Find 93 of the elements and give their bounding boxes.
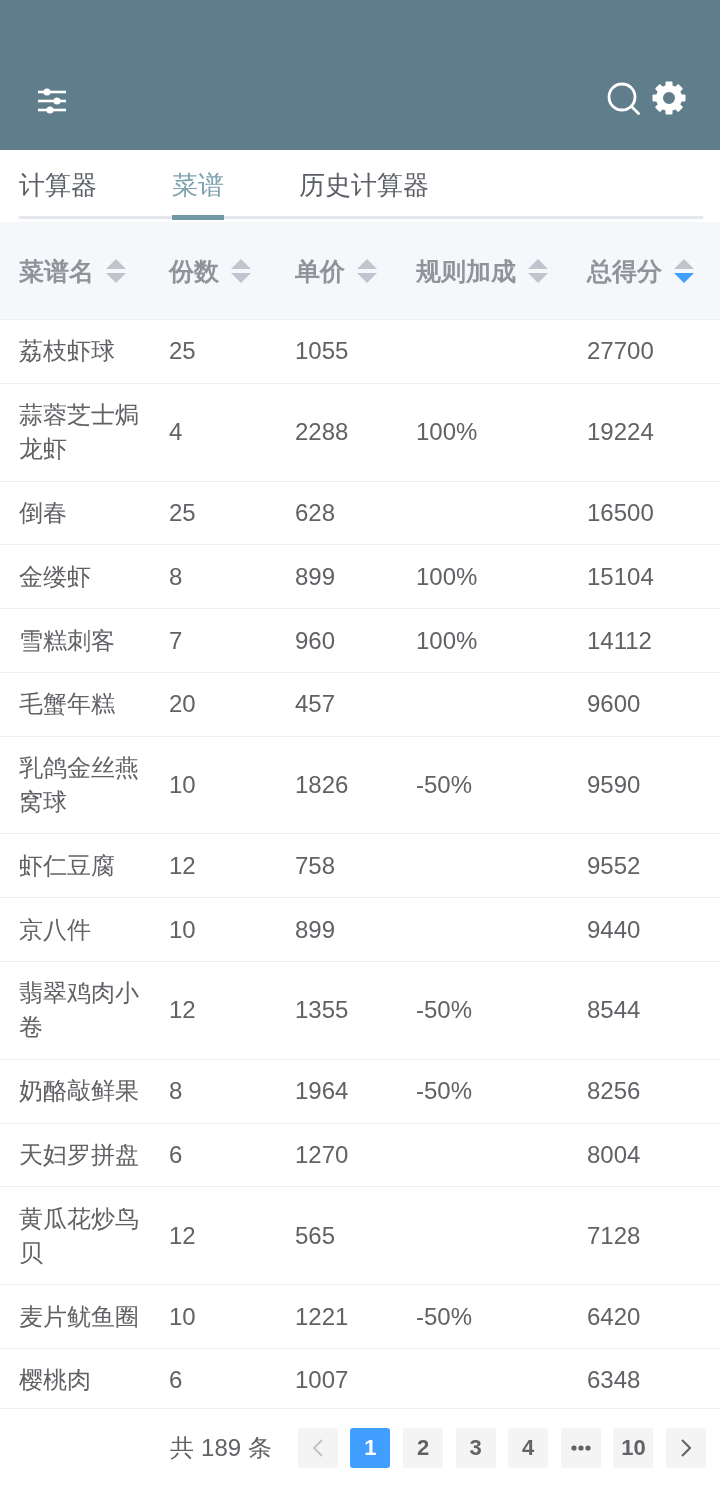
table-cell: 奶酪敲鲜果 [19, 1077, 139, 1105]
table-cell: 毛蟹年糕 [19, 690, 115, 718]
table-cell: 京八件 [19, 915, 91, 943]
table-cell: 20 [169, 690, 196, 718]
table-cell: 1221 [295, 1302, 349, 1330]
table-cell: 10 [169, 771, 196, 799]
table-cell: 金缕虾 [19, 562, 91, 590]
table-cell: 荔枝虾球 [19, 337, 115, 365]
table-cell: 8 [169, 1077, 183, 1105]
table-cell: 8 [169, 562, 183, 590]
table-cell: 100% [416, 626, 478, 654]
column-header[interactable]: 份数 [169, 255, 219, 286]
table-cell: 2288 [295, 418, 349, 446]
table-cell: 8544 [587, 996, 641, 1024]
table-cell: 翡翠鸡肉小卷 [19, 979, 139, 1041]
sort-icon[interactable] [106, 258, 126, 283]
table-cell: 1055 [295, 337, 349, 365]
table-cell: 758 [295, 851, 336, 879]
table-cell: 960 [295, 626, 336, 654]
table-cell: 9590 [587, 771, 641, 799]
table-cell: 8256 [587, 1077, 641, 1105]
search-icon[interactable] [607, 82, 640, 115]
table-cell: 25 [169, 337, 196, 365]
table-cell: 1270 [295, 1141, 349, 1168]
table-cell: -50% [416, 996, 473, 1024]
page-button[interactable]: 10 [613, 1427, 654, 1468]
page-button[interactable]: 3 [455, 1427, 496, 1468]
more-pages-button[interactable] [560, 1427, 601, 1468]
table-cell: 100% [416, 418, 478, 446]
next-page-button[interactable] [666, 1427, 706, 1468]
table-cell: 虾仁豆腐 [19, 851, 115, 879]
table-cell: 6 [169, 1366, 183, 1394]
table-cell: 樱桃肉 [19, 1366, 91, 1394]
table-cell: 6 [169, 1141, 183, 1168]
table-cell: 1007 [295, 1366, 349, 1394]
tab[interactable]: 历史计算器 [299, 150, 429, 220]
ellipsis-icon [570, 1444, 591, 1451]
page-button[interactable]: 4 [508, 1427, 549, 1468]
table-cell: 899 [295, 915, 336, 943]
table-cell: 雪糕刺客 [19, 626, 115, 654]
table-cell: 19224 [587, 418, 654, 446]
table-cell: 9440 [587, 915, 641, 943]
table-cell: 457 [295, 690, 336, 718]
table-cell: 10 [169, 1302, 196, 1330]
sort-icon[interactable] [231, 258, 251, 283]
sliders-icon[interactable] [38, 87, 66, 115]
table-cell: 麦片鱿鱼圈 [19, 1302, 139, 1330]
column-header[interactable]: 菜谱名 [19, 255, 94, 286]
table-cell: 6348 [587, 1366, 641, 1394]
sort-icon[interactable] [357, 258, 377, 283]
table-cell: 9552 [587, 851, 641, 879]
table-cell: 蒜蓉芝士焗龙虾 [19, 401, 139, 463]
sort-icon[interactable] [674, 258, 694, 283]
table-cell: 1964 [295, 1077, 349, 1105]
total-count: 共 189 条 [170, 1432, 272, 1463]
table-cell: 899 [295, 562, 336, 590]
table-cell: 27700 [587, 337, 654, 365]
sort-icon[interactable] [528, 258, 548, 283]
table-cell: 6420 [587, 1302, 641, 1330]
table-cell: 4 [169, 418, 183, 446]
table-cell: -50% [416, 771, 473, 799]
table-cell: 12 [169, 996, 196, 1024]
tab[interactable]: 计算器 [19, 150, 97, 220]
table-cell: 天妇罗拼盘 [19, 1141, 139, 1168]
table-cell: -50% [416, 1302, 473, 1330]
settings-icon[interactable] [652, 81, 686, 115]
table-cell: 14112 [587, 626, 652, 654]
table-cell: 565 [295, 1221, 336, 1249]
page-button[interactable]: 1 [350, 1427, 391, 1468]
table-cell: 25 [169, 498, 196, 526]
table-cell: -50% [416, 1077, 473, 1105]
chevron-left-icon [312, 1438, 323, 1457]
column-header[interactable]: 总得分 [587, 255, 662, 286]
table-cell: 628 [295, 498, 336, 526]
column-header[interactable]: 规则加成 [416, 255, 516, 286]
table-cell: 10 [169, 915, 196, 943]
table-cell: 1355 [295, 996, 349, 1024]
table-cell: 7 [169, 626, 183, 654]
table-cell: 7128 [587, 1221, 641, 1249]
table-cell: 15104 [587, 562, 654, 590]
table-cell: 倒春 [19, 498, 67, 526]
chevron-right-icon [681, 1438, 691, 1457]
table-cell: 16500 [587, 498, 654, 526]
table-cell: 12 [169, 851, 196, 879]
table-cell: 9600 [587, 690, 641, 718]
page-button[interactable]: 2 [403, 1427, 444, 1468]
table-cell: 8004 [587, 1141, 641, 1168]
table-cell: 100% [416, 562, 478, 590]
table-cell: 12 [169, 1221, 196, 1249]
table-cell: 乳鸽金丝燕窝球 [19, 754, 139, 816]
table-cell: 黄瓜花炒鸟贝 [19, 1204, 139, 1266]
table-cell: 1826 [295, 771, 349, 799]
column-header[interactable]: 单价 [295, 255, 345, 286]
